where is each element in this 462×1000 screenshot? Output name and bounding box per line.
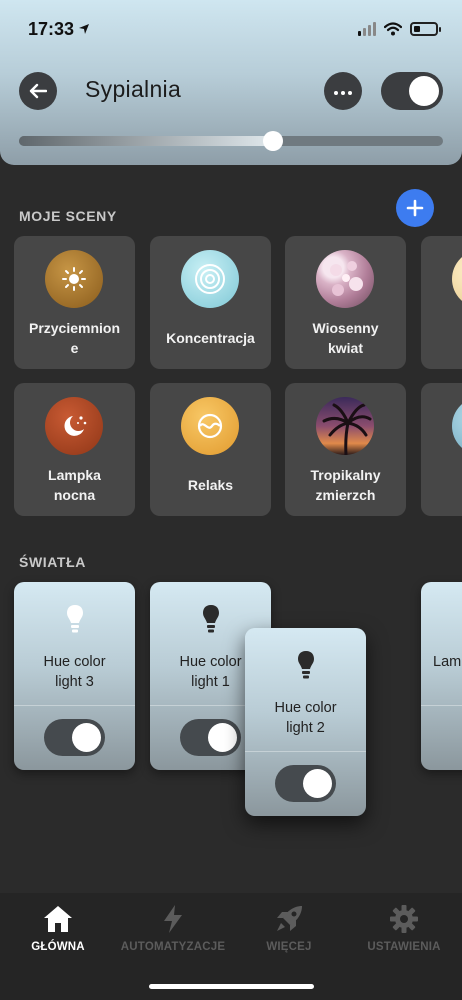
concentric-circles-icon: [181, 250, 239, 308]
nav-item-automations[interactable]: AUTOMATYZACJE: [115, 903, 231, 953]
toggle-knob: [72, 723, 101, 752]
scene-card-relaks[interactable]: Relaks: [150, 383, 271, 516]
slider-thumb[interactable]: [263, 131, 284, 151]
toggle-knob: [208, 723, 237, 752]
nav-label: GŁÓWNA: [31, 941, 85, 953]
scene-card-wiosenny-kwiat[interactable]: Wiosenny kwiat: [285, 236, 406, 369]
status-indicators: [358, 22, 441, 36]
light-name: Hue color light 2: [274, 700, 337, 736]
light-power-toggle[interactable]: [180, 719, 241, 756]
wifi-icon: [384, 22, 402, 36]
home-icon: [0, 903, 116, 935]
add-scene-button[interactable]: [396, 189, 434, 227]
toggle-knob: [409, 76, 439, 106]
status-bar: 17:33: [28, 16, 441, 42]
card-divider: [421, 705, 462, 706]
screen: 17:33 Sypialnia MOJE SCENY Przyciemnion …: [0, 0, 462, 1000]
nav-item-settings[interactable]: USTAWIENIA: [346, 903, 462, 953]
nav-label: USTAWIENIA: [367, 941, 441, 953]
lightbulb-icon: [203, 605, 219, 633]
toggle-knob: [303, 769, 332, 798]
light-card-hue-color-light-3[interactable]: Hue color light 3: [14, 582, 135, 770]
relax-icon: [181, 397, 239, 455]
scene-card-przyciemnione[interactable]: Przyciemnion e: [14, 236, 135, 369]
status-time-group: 17:33: [28, 19, 90, 40]
nav-label: WIĘCEJ: [266, 941, 312, 953]
card-divider: [245, 751, 366, 752]
back-button[interactable]: [19, 72, 57, 110]
light-power-toggle[interactable]: [275, 765, 336, 802]
sun-icon: [45, 250, 103, 308]
rocket-icon: [231, 903, 347, 935]
light-name: Hue color light 3: [43, 654, 106, 690]
scene-card-partial[interactable]: [421, 236, 462, 369]
brightness-slider[interactable]: [19, 131, 443, 151]
scene-label: Tropikalny zmierzch: [310, 467, 381, 503]
lightbulb-icon: [298, 651, 314, 679]
scenes-section-label: MOJE SCENY: [19, 208, 117, 224]
status-time: 17:33: [28, 18, 75, 39]
partial-scene-icon: [452, 250, 462, 308]
battery-icon: [410, 22, 441, 36]
scene-card-partial[interactable]: E: [421, 383, 462, 516]
moon-stars-icon: [45, 397, 103, 455]
slider-fill: [19, 136, 274, 146]
scene-card-lampka-nocna[interactable]: Lampka nocna: [14, 383, 135, 516]
cellular-signal-icon: [358, 22, 376, 36]
light-card-hue-color-light-2[interactable]: Hue color light 2: [245, 628, 366, 816]
scene-label: Przyciemnion e: [28, 320, 121, 356]
light-power-toggle[interactable]: [44, 719, 105, 756]
light-name: Lam: [433, 654, 462, 670]
ellipsis-icon: [333, 82, 354, 100]
partial-scene-icon: [452, 397, 462, 455]
home-indicator: [149, 984, 314, 989]
nav-item-more[interactable]: WIĘCEJ: [231, 903, 347, 953]
nav-label: AUTOMATYZACJE: [120, 941, 226, 953]
room-header: 17:33 Sypialnia: [0, 0, 462, 165]
scene-card-tropikalny-zmierzch[interactable]: Tropikalny zmierzch: [285, 383, 406, 516]
light-card-partial[interactable]: Lam: [421, 582, 462, 770]
location-arrow-icon: [79, 24, 90, 34]
scene-label: Wiosenny kwiat: [312, 320, 379, 356]
gear-icon: [346, 903, 462, 935]
lights-section-label: ŚWIATŁA: [19, 554, 86, 570]
lightning-icon: [115, 903, 231, 935]
palm-sunset-photo: [316, 397, 374, 455]
arrow-left-icon: [29, 83, 47, 99]
scene-label: Lampka nocna: [48, 467, 101, 503]
scene-label: Koncentracja: [166, 330, 255, 346]
scene-card-koncentracja[interactable]: Koncentracja: [150, 236, 271, 369]
card-divider: [14, 705, 135, 706]
nav-item-home[interactable]: GŁÓWNA: [0, 903, 116, 953]
bottom-navigation: GŁÓWNA AUTOMATYZACJE WIĘCEJ USTAWIENIA: [0, 893, 462, 1000]
lightbulb-icon: [67, 605, 83, 633]
page-title: Sypialnia: [85, 76, 182, 102]
plus-icon: [406, 199, 424, 217]
room-power-toggle[interactable]: [381, 72, 443, 110]
more-options-button[interactable]: [324, 72, 362, 110]
blossom-photo: [316, 250, 374, 308]
scene-label: Relaks: [187, 477, 234, 493]
